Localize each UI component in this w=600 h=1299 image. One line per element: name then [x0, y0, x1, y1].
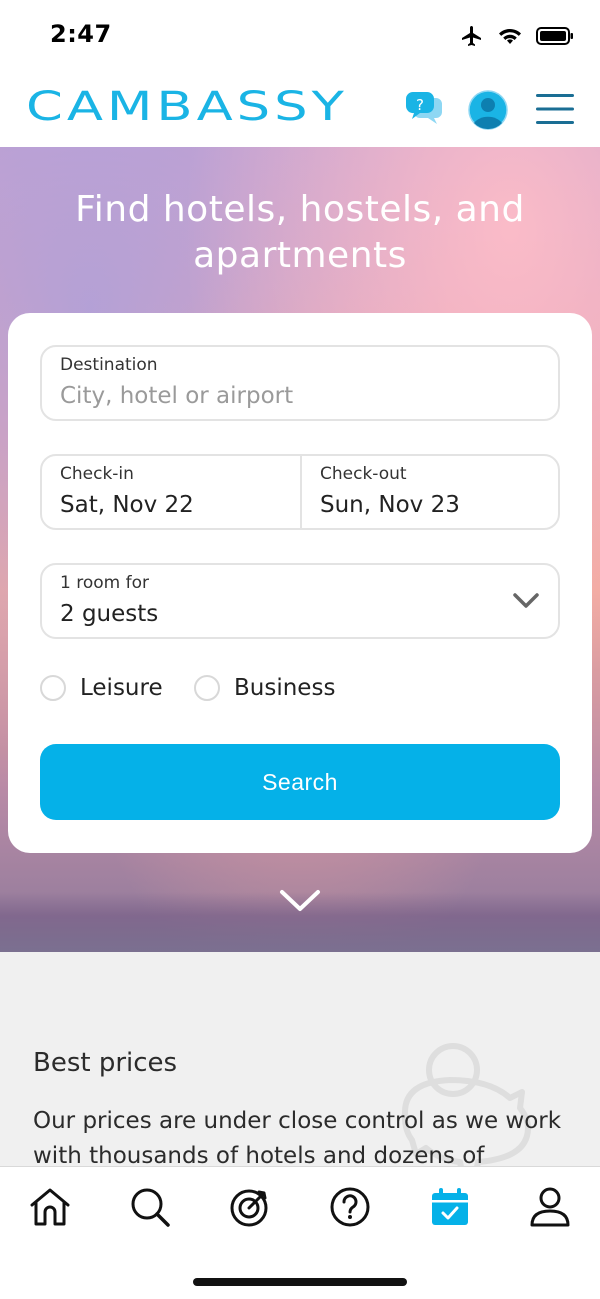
airplane-icon: [462, 26, 481, 46]
checkin-value: Sat, Nov 22: [60, 492, 194, 518]
chevron-down-icon: [513, 593, 539, 608]
chat-help-icon: ?: [405, 92, 442, 124]
dates-field: Check-in Sat, Nov 22 Check-out Sun, Nov …: [40, 454, 560, 530]
calendar-icon[interactable]: [428, 1185, 472, 1229]
checkout-value: Sun, Nov 23: [320, 492, 460, 518]
search-form-card: Destination City, hotel or airport Check…: [8, 313, 592, 853]
checkout-label: Check-out: [320, 464, 407, 484]
scroll-down-chevron-icon[interactable]: [278, 887, 322, 915]
leisure-label: Leisure: [80, 675, 163, 701]
section-text: Our prices are under close control as we…: [33, 1108, 562, 1167]
account-button[interactable]: [468, 90, 508, 130]
help-icon[interactable]: [328, 1185, 372, 1229]
status-icons: [460, 24, 574, 48]
business-radio[interactable]: Business: [194, 675, 335, 701]
leisure-radio[interactable]: Leisure: [40, 675, 163, 701]
avatar-icon: [468, 90, 508, 130]
guests-label: 1 room for: [60, 573, 149, 593]
trip-type-group: Leisure Business: [40, 675, 560, 705]
hamburger-menu-button[interactable]: [534, 93, 576, 125]
leisure-radio-circle[interactable]: [40, 675, 66, 701]
business-label: Business: [234, 675, 336, 701]
search-icon[interactable]: [128, 1185, 172, 1229]
wifi-icon: [499, 29, 521, 44]
bottom-tab-bar: [0, 1166, 600, 1299]
best-prices-section: Best prices Our prices are under close c…: [0, 952, 600, 1167]
business-radio-circle[interactable]: [194, 675, 220, 701]
hero-title: Find hotels, hostels, and apartments: [75, 189, 525, 276]
checkout-field[interactable]: Check-out Sun, Nov 23: [302, 456, 560, 528]
section-title: Best prices: [33, 1048, 178, 1078]
home-indicator: [193, 1278, 407, 1286]
support-chat-button[interactable]: ?: [404, 90, 444, 130]
checkin-field[interactable]: Check-in Sat, Nov 22: [42, 456, 300, 528]
brand-logo[interactable]: CAMBASSY: [26, 84, 348, 130]
status-time: 2:47: [50, 20, 112, 48]
battery-icon: [536, 27, 573, 45]
destination-label: Destination: [60, 355, 158, 375]
guests-selector[interactable]: 1 room for 2 guests: [40, 563, 560, 639]
target-icon[interactable]: [228, 1185, 272, 1229]
app-header: CAMBASSY ?: [0, 72, 600, 147]
checkin-label: Check-in: [60, 464, 134, 484]
home-icon[interactable]: [28, 1185, 72, 1229]
menu-icon: [536, 94, 574, 124]
guests-value: 2 guests: [60, 601, 159, 627]
svg-text:?: ?: [416, 96, 424, 114]
profile-icon[interactable]: [528, 1185, 572, 1229]
destination-field[interactable]: Destination City, hotel or airport: [40, 345, 560, 421]
status-bar: 2:47: [0, 0, 600, 72]
search-button[interactable]: Search: [40, 744, 560, 820]
destination-input[interactable]: City, hotel or airport: [60, 383, 293, 409]
